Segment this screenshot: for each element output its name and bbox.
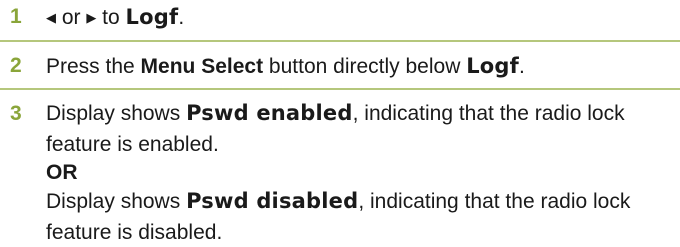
step-text: ◀ or ▶ to Logf.: [46, 2, 676, 34]
period: .: [518, 55, 525, 78]
step-number: 2: [10, 54, 22, 77]
period: .: [178, 6, 185, 29]
line-disabled: Display shows Pswd disabled, indicating …: [46, 186, 676, 217]
menu-item-display: Logf: [466, 54, 519, 78]
display-enabled: Pswd enabled: [186, 101, 353, 125]
to-text: to: [96, 6, 126, 29]
text-post: , indicating that the radio lock: [358, 190, 631, 213]
step-text: Press the Menu Select button directly be…: [46, 51, 676, 82]
right-arrow-icon: ▶: [86, 11, 97, 26]
or-text: or: [56, 6, 87, 29]
step-number: 1: [10, 5, 22, 28]
step-divider: [0, 88, 680, 90]
step-2: 2 Press the Menu Select button directly …: [0, 44, 680, 82]
step-1: 1 ◀ or ▶ to Logf.: [0, 0, 680, 38]
step-divider: [0, 40, 680, 42]
line-enabled: Display shows Pswd enabled, indicating t…: [46, 98, 676, 129]
text-post: , indicating that the radio lock: [352, 102, 625, 125]
left-arrow-icon: ◀: [46, 11, 56, 26]
line-enabled-cont: feature is enabled.: [46, 133, 219, 156]
display-disabled: Pswd disabled: [186, 189, 359, 213]
step-3: 3 Display shows Pswd enabled, indicating…: [0, 92, 680, 247]
text-pre: Display shows: [46, 102, 187, 125]
button-name: Menu Select: [140, 55, 264, 78]
line-disabled-cont: feature is disabled.: [46, 221, 223, 244]
text-pre: Display shows: [46, 190, 187, 213]
text-pre: Press the: [46, 55, 141, 78]
step-text: Display shows Pswd enabled, indicating t…: [46, 98, 676, 247]
or-label: OR: [46, 161, 78, 184]
menu-item-display: Logf: [125, 5, 179, 29]
step-number: 3: [10, 102, 22, 125]
text-post: button directly below: [263, 55, 467, 78]
